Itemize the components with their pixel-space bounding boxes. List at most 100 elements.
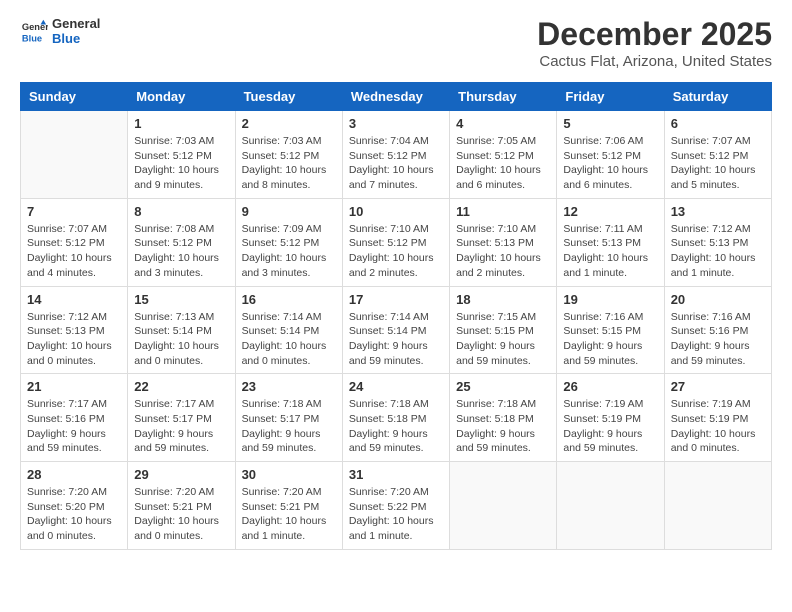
- calendar-cell: 20 Sunrise: 7:16 AM Sunset: 5:16 PM Dayli…: [664, 286, 771, 374]
- day-info: Sunrise: 7:14 AM Sunset: 5:14 PM Dayligh…: [349, 310, 443, 369]
- day-info: Sunrise: 7:19 AM Sunset: 5:19 PM Dayligh…: [563, 397, 657, 456]
- calendar-cell: 27 Sunrise: 7:19 AM Sunset: 5:19 PM Dayli…: [664, 374, 771, 462]
- day-header-saturday: Saturday: [664, 83, 771, 111]
- calendar-cell: 19Sunrise: 7:16 AM Sunset: 5:15 PM Dayli…: [557, 286, 664, 374]
- calendar-cell: 13Sunrise: 7:12 AM Sunset: 5:13 PM Dayli…: [664, 198, 771, 286]
- day-info: Sunrise: 7:07 AM Sunset: 5:12 PM Dayligh…: [671, 134, 765, 193]
- week-row-1: 7 Sunrise: 7:07 AM Sunset: 5:12 PM Daylig…: [21, 198, 772, 286]
- day-number: 7: [27, 204, 121, 219]
- day-info: Sunrise: 7:03 AM Sunset: 5:12 PM Dayligh…: [242, 134, 336, 193]
- day-number: 29: [134, 467, 228, 482]
- week-row-2: 14 Sunrise: 7:12 AM Sunset: 5:13 PM Dayli…: [21, 286, 772, 374]
- week-row-3: 21 Sunrise: 7:17 AM Sunset: 5:16 PM Dayli…: [21, 374, 772, 462]
- calendar-cell: 11 Sunrise: 7:10 AM Sunset: 5:13 PM Dayli…: [450, 198, 557, 286]
- calendar-cell: 28Sunrise: 7:20 AM Sunset: 5:20 PM Dayli…: [21, 462, 128, 550]
- day-info: Sunrise: 7:05 AM Sunset: 5:12 PM Dayligh…: [456, 134, 550, 193]
- day-info: Sunrise: 7:10 AM Sunset: 5:13 PM Dayligh…: [456, 222, 550, 281]
- calendar-cell: 24 Sunrise: 7:18 AM Sunset: 5:18 PM Dayli…: [342, 374, 449, 462]
- calendar-cell: 7 Sunrise: 7:07 AM Sunset: 5:12 PM Daylig…: [21, 198, 128, 286]
- day-header-tuesday: Tuesday: [235, 83, 342, 111]
- calendar-cell: 6 Sunrise: 7:07 AM Sunset: 5:12 PM Daylig…: [664, 111, 771, 199]
- day-number: 16: [242, 292, 336, 307]
- day-number: 27: [671, 379, 765, 394]
- calendar-cell: 30 Sunrise: 7:20 AM Sunset: 5:21 PM Dayli…: [235, 462, 342, 550]
- day-info: Sunrise: 7:17 AM Sunset: 5:17 PM Dayligh…: [134, 397, 228, 456]
- day-info: Sunrise: 7:16 AM Sunset: 5:16 PM Dayligh…: [671, 310, 765, 369]
- day-info: Sunrise: 7:18 AM Sunset: 5:18 PM Dayligh…: [456, 397, 550, 456]
- calendar-cell: 4 Sunrise: 7:05 AM Sunset: 5:12 PM Daylig…: [450, 111, 557, 199]
- day-header-monday: Monday: [128, 83, 235, 111]
- day-info: Sunrise: 7:09 AM Sunset: 5:12 PM Dayligh…: [242, 222, 336, 281]
- day-number: 30: [242, 467, 336, 482]
- day-number: 19: [563, 292, 657, 307]
- logo-text: General Blue: [52, 16, 100, 46]
- day-info: Sunrise: 7:13 AM Sunset: 5:14 PM Dayligh…: [134, 310, 228, 369]
- day-number: 21: [27, 379, 121, 394]
- day-number: 4: [456, 116, 550, 131]
- calendar-cell: 1Sunrise: 7:03 AM Sunset: 5:12 PM Daylig…: [128, 111, 235, 199]
- day-number: 18: [456, 292, 550, 307]
- calendar-cell: 18 Sunrise: 7:15 AM Sunset: 5:15 PM Dayli…: [450, 286, 557, 374]
- day-number: 5: [563, 116, 657, 131]
- day-number: 11: [456, 204, 550, 219]
- day-info: Sunrise: 7:08 AM Sunset: 5:12 PM Dayligh…: [134, 222, 228, 281]
- day-number: 1: [134, 116, 228, 131]
- logo-general: General: [52, 16, 100, 31]
- calendar-cell: 17 Sunrise: 7:14 AM Sunset: 5:14 PM Dayli…: [342, 286, 449, 374]
- calendar-cell: 21 Sunrise: 7:17 AM Sunset: 5:16 PM Dayli…: [21, 374, 128, 462]
- day-info: Sunrise: 7:18 AM Sunset: 5:17 PM Dayligh…: [242, 397, 336, 456]
- day-number: 2: [242, 116, 336, 131]
- calendar-cell: 16 Sunrise: 7:14 AM Sunset: 5:14 PM Dayli…: [235, 286, 342, 374]
- day-info: Sunrise: 7:18 AM Sunset: 5:18 PM Dayligh…: [349, 397, 443, 456]
- day-info: Sunrise: 7:17 AM Sunset: 5:16 PM Dayligh…: [27, 397, 121, 456]
- day-info: Sunrise: 7:20 AM Sunset: 5:21 PM Dayligh…: [134, 485, 228, 544]
- day-number: 23: [242, 379, 336, 394]
- calendar-cell: [557, 462, 664, 550]
- day-info: Sunrise: 7:12 AM Sunset: 5:13 PM Dayligh…: [27, 310, 121, 369]
- day-number: 6: [671, 116, 765, 131]
- calendar-cell: [450, 462, 557, 550]
- calendar-cell: 3Sunrise: 7:04 AM Sunset: 5:12 PM Daylig…: [342, 111, 449, 199]
- day-number: 14: [27, 292, 121, 307]
- calendar-cell: 9 Sunrise: 7:09 AM Sunset: 5:12 PM Daylig…: [235, 198, 342, 286]
- day-number: 9: [242, 204, 336, 219]
- day-header-wednesday: Wednesday: [342, 83, 449, 111]
- month-title: December 2025: [537, 16, 772, 53]
- day-number: 13: [671, 204, 765, 219]
- day-number: 24: [349, 379, 443, 394]
- day-number: 20: [671, 292, 765, 307]
- logo-blue: Blue: [52, 31, 100, 46]
- day-header-friday: Friday: [557, 83, 664, 111]
- day-info: Sunrise: 7:04 AM Sunset: 5:12 PM Dayligh…: [349, 134, 443, 193]
- day-info: Sunrise: 7:20 AM Sunset: 5:21 PM Dayligh…: [242, 485, 336, 544]
- location: Cactus Flat, Arizona, United States: [537, 53, 772, 70]
- day-number: 8: [134, 204, 228, 219]
- day-info: Sunrise: 7:19 AM Sunset: 5:19 PM Dayligh…: [671, 397, 765, 456]
- title-block: December 2025 Cactus Flat, Arizona, Unit…: [537, 16, 772, 70]
- calendar-cell: [664, 462, 771, 550]
- calendar-cell: [21, 111, 128, 199]
- day-info: Sunrise: 7:07 AM Sunset: 5:12 PM Dayligh…: [27, 222, 121, 281]
- calendar-header-row: SundayMondayTuesdayWednesdayThursdayFrid…: [21, 83, 772, 111]
- calendar-cell: 31Sunrise: 7:20 AM Sunset: 5:22 PM Dayli…: [342, 462, 449, 550]
- day-info: Sunrise: 7:14 AM Sunset: 5:14 PM Dayligh…: [242, 310, 336, 369]
- day-info: Sunrise: 7:20 AM Sunset: 5:20 PM Dayligh…: [27, 485, 121, 544]
- day-info: Sunrise: 7:15 AM Sunset: 5:15 PM Dayligh…: [456, 310, 550, 369]
- day-header-thursday: Thursday: [450, 83, 557, 111]
- calendar-cell: 15Sunrise: 7:13 AM Sunset: 5:14 PM Dayli…: [128, 286, 235, 374]
- logo: General Blue General Blue: [20, 16, 100, 46]
- calendar-cell: 23 Sunrise: 7:18 AM Sunset: 5:17 PM Dayli…: [235, 374, 342, 462]
- day-number: 12: [563, 204, 657, 219]
- calendar-cell: 25 Sunrise: 7:18 AM Sunset: 5:18 PM Dayli…: [450, 374, 557, 462]
- calendar-cell: 8 Sunrise: 7:08 AM Sunset: 5:12 PM Daylig…: [128, 198, 235, 286]
- calendar-table: SundayMondayTuesdayWednesdayThursdayFrid…: [20, 82, 772, 550]
- day-number: 31: [349, 467, 443, 482]
- calendar-cell: 29 Sunrise: 7:20 AM Sunset: 5:21 PM Dayli…: [128, 462, 235, 550]
- day-number: 25: [456, 379, 550, 394]
- svg-text:Blue: Blue: [22, 33, 42, 43]
- week-row-0: 1 Sunrise: 7:03 AM Sunset: 5:12 PM Daylig…: [21, 111, 772, 199]
- calendar-cell: 26Sunrise: 7:19 AM Sunset: 5:19 PM Dayli…: [557, 374, 664, 462]
- week-row-4: 28Sunrise: 7:20 AM Sunset: 5:20 PM Dayli…: [21, 462, 772, 550]
- calendar-cell: 14 Sunrise: 7:12 AM Sunset: 5:13 PM Dayli…: [21, 286, 128, 374]
- day-number: 17: [349, 292, 443, 307]
